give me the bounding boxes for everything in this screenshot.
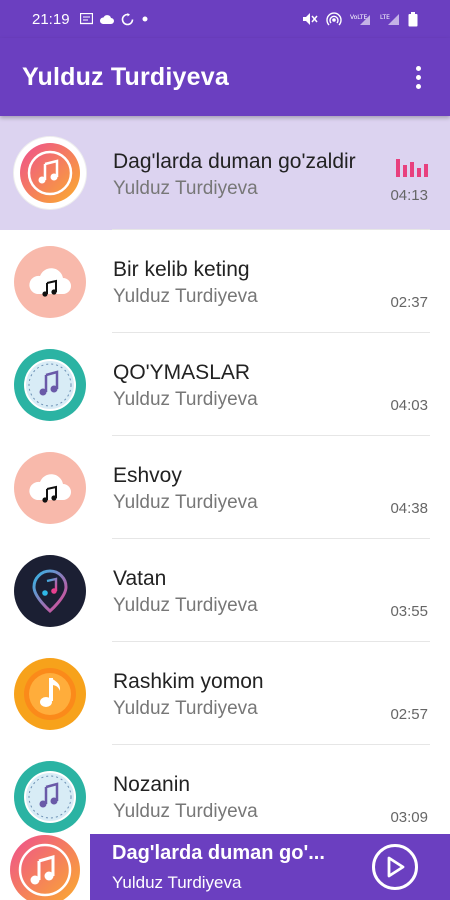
song-row[interactable]: Nozanin Yulduz Turdiyeva 03:09 — [0, 745, 450, 834]
now-playing-title: Dag'larda duman go'... — [112, 841, 325, 864]
hotspot-icon — [326, 12, 342, 26]
cloud-music-icon — [14, 245, 86, 318]
song-row[interactable]: Bir kelib keting Yulduz Turdiyeva 02:37 — [0, 230, 450, 333]
song-row[interactable]: Rashkim yomon Yulduz Turdiyeva 02:57 — [0, 642, 450, 745]
play-icon — [387, 856, 405, 878]
song-artist: Yulduz Turdiyeva — [113, 286, 258, 307]
song-artist: Yulduz Turdiyeva — [113, 389, 258, 410]
mute-icon — [303, 13, 318, 25]
signal-icon: LTE — [380, 14, 399, 25]
song-duration: 03:55 — [390, 603, 428, 620]
song-artist: Yulduz Turdiyeva — [113, 177, 258, 199]
sync-icon — [121, 12, 133, 25]
music-note-orange-icon — [14, 657, 86, 730]
song-title: Eshvoy — [113, 464, 182, 487]
music-note-teal-icon — [14, 348, 86, 421]
song-title: Rashkim yomon — [113, 670, 264, 693]
app-bar: Yulduz Turdiyeva — [0, 38, 450, 116]
song-artist: Yulduz Turdiyeva — [113, 595, 258, 616]
song-row[interactable]: Eshvoy Yulduz Turdiyeva 04:38 — [0, 436, 450, 539]
song-list[interactable]: Dag'larda duman go'zaldir Yulduz Turdiye… — [0, 116, 450, 834]
message-icon — [79, 13, 93, 25]
song-duration: 04:38 — [390, 500, 428, 517]
dot-icon — [142, 16, 148, 22]
now-playing-art — [0, 834, 90, 900]
song-row[interactable]: QO'YMASLAR Yulduz Turdiyeva 04:03 — [0, 333, 450, 436]
music-pin-dark-icon — [14, 554, 86, 627]
song-title: Dag'larda duman go'zaldir — [113, 149, 356, 173]
now-playing-artist: Yulduz Turdiyeva — [112, 872, 242, 892]
svg-text:LTE: LTE — [380, 14, 390, 21]
mini-player[interactable]: Dag'larda duman go'... Yulduz Turdiyeva — [0, 834, 450, 900]
svg-text:VoLTE: VoLTE — [350, 14, 367, 21]
song-artist: Yulduz Turdiyeva — [113, 801, 258, 822]
status-bar: 21:19 VoLTE LTE — [0, 0, 450, 38]
play-button[interactable] — [372, 844, 418, 890]
cloud-icon — [99, 14, 114, 24]
music-note-orange-icon — [14, 137, 86, 209]
song-duration: 02:37 — [390, 294, 428, 311]
music-note-teal-icon — [14, 760, 86, 833]
lte-signal-icon: VoLTE — [350, 14, 370, 25]
song-title: Vatan — [113, 567, 167, 590]
song-row[interactable]: Vatan Yulduz Turdiyeva 03:55 — [0, 539, 450, 642]
battery-icon — [408, 11, 418, 26]
song-duration: 04:13 — [390, 187, 428, 204]
song-duration: 02:57 — [390, 706, 428, 723]
song-artist: Yulduz Turdiyeva — [113, 492, 258, 513]
music-note-orange-icon — [10, 835, 80, 900]
song-duration: 04:03 — [390, 397, 428, 414]
status-time: 21:19 — [32, 10, 70, 28]
song-title: QO'YMASLAR — [113, 361, 251, 384]
more-vertical-icon[interactable] — [408, 62, 428, 92]
song-row-playing[interactable]: Dag'larda duman go'zaldir Yulduz Turdiye… — [0, 116, 450, 230]
cloud-music-icon — [14, 451, 86, 524]
song-duration: 03:09 — [390, 809, 428, 826]
song-artist: Yulduz Turdiyeva — [113, 698, 258, 719]
equalizer-icon — [396, 157, 428, 177]
song-title: Nozanin — [113, 773, 191, 796]
song-title: Bir kelib keting — [113, 258, 250, 281]
page-title: Yulduz Turdiyeva — [22, 62, 229, 91]
